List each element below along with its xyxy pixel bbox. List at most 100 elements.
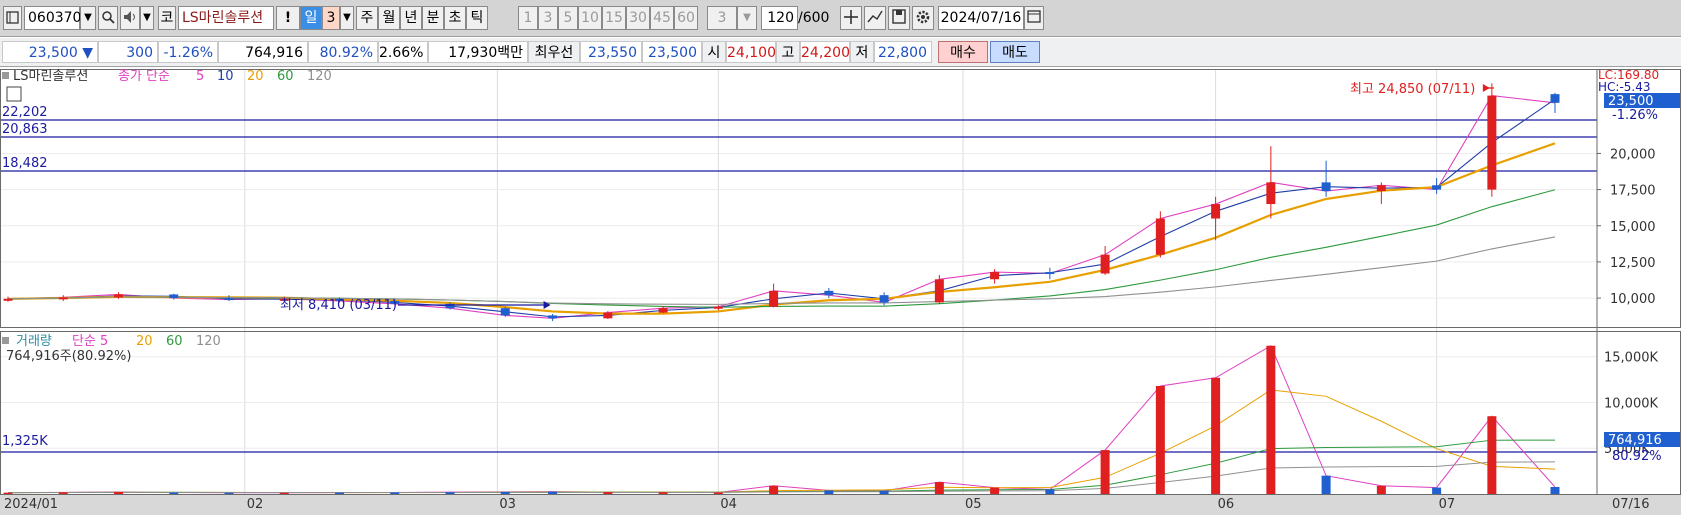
buy-button[interactable]: 매수 [938,41,988,63]
price-panel-frame [0,69,1681,328]
interval-button-15[interactable]: 15 [602,6,626,30]
min-price-annotation: 최저 8,410 (03/11) [280,298,397,313]
volume-tick-label: 10,000K [1604,396,1658,411]
volume-ratio: 80.92% [308,41,378,63]
trendline-icon[interactable] [864,6,886,30]
moving-average-lines [7,95,1556,319]
count-input[interactable]: 120 [761,6,798,30]
volume-legend-period[interactable]: 120 [196,334,221,349]
stock-name-field[interactable]: LS마린솔루션 [178,6,274,30]
max-price-annotation: 최고 24,850 (07/11) [1350,82,1475,97]
hc-label: HC:-5.43 [1598,80,1651,94]
speaker-dropdown-icon[interactable]: ▼ [140,6,154,30]
legend-ma-period[interactable]: 60 [277,69,294,84]
legend-ma-period[interactable]: 120 [307,69,332,84]
price-tick-label: 17,500 [1610,184,1656,199]
volume-legend-box-icon [2,337,9,344]
open-price: 24,100 [726,41,776,63]
price-value: 23,500 [28,45,78,61]
stock-chart[interactable]: 2024/01 02 03 04 05 06 07 20,000 17,500 15,000 12,… [0,69,1681,515]
period-button-1[interactable]: 일 [300,6,322,30]
ma-line-120 [7,236,1556,305]
legend-ma-period[interactable]: 5 [196,69,204,84]
legend-ma-period[interactable]: 10 [217,69,234,84]
volume-legend-name: 거래량 [16,334,52,349]
candle-body [114,294,123,298]
interval-button-5[interactable]: 5 [558,6,578,30]
volume-legend-period[interactable]: 20 [136,334,153,349]
candle-body [224,298,234,301]
candle-body [658,308,668,313]
volume-bar [548,491,558,494]
volume-bar [934,482,944,494]
search-icon[interactable] [98,6,118,30]
x-axis-label: 04 [720,497,737,512]
hline-label-2: 20,863 [2,122,48,137]
volume-bar [1432,487,1442,494]
interval-button-1[interactable]: 1 [518,6,538,30]
current-volume-pct-tag: 80.92% [1612,449,1662,464]
speaker-icon[interactable] [120,6,140,30]
candle-body [1100,254,1110,274]
x-axis-label: 02 [247,497,264,512]
legend-ma-period[interactable]: 20 [247,69,264,84]
interval-button-45[interactable]: 45 [650,6,674,30]
x-axis-label: 07 [1439,497,1456,512]
price-tick-label: 15,000 [1610,220,1656,235]
calendar-icon[interactable] [1024,6,1044,30]
interval-button-30[interactable]: 30 [626,6,650,30]
crosshair-icon[interactable] [840,6,862,30]
toolbar: 060370 ▼ ▼ 코 LS마린솔루션 ! 일 3 ▼ 주 월 년 분 초 틱 1 3 5 10 15… [0,0,1681,37]
high-price: 24,200 [800,41,850,63]
period-dropdown-icon[interactable]: ▼ [340,6,354,30]
hline-label-3: 18,482 [2,156,48,171]
volume-bar [990,487,1000,494]
save-icon[interactable] [888,6,910,30]
period-button-7[interactable]: 초 [444,6,466,30]
volume-bar [603,492,613,494]
window-menu-icon[interactable] [3,6,22,30]
period-button-2[interactable]: 3 [322,6,340,30]
code-dropdown-icon[interactable]: ▼ [80,6,96,30]
interval-button-3[interactable]: 3 [538,6,558,30]
candlestick-series [3,83,1560,322]
volume-bar [713,492,723,494]
candle-body [58,297,68,300]
candle-body [3,298,13,301]
candle-body [1155,218,1165,255]
interval-dropdown-icon[interactable]: ▼ [737,6,757,30]
volume-ma-line [7,345,1556,494]
ma-line-5 [7,95,1556,319]
volume-bar [169,492,179,494]
alert-button[interactable]: ! [276,6,300,30]
candle-body [824,290,834,296]
interval-button-60[interactable]: 60 [674,6,698,30]
period-button-5[interactable]: 년 [400,6,422,30]
volume-bar [58,492,68,494]
market-label[interactable]: 코 [158,6,176,30]
volume-bar [445,492,455,494]
period-button-6[interactable]: 분 [422,6,444,30]
volume-legend-period[interactable]: 60 [166,334,183,349]
period-button-8[interactable]: 틱 [466,6,488,30]
trade-amount: 17,930백만 [428,41,528,63]
sell-button[interactable]: 매도 [990,41,1040,63]
grid-toggle-icon[interactable] [6,86,22,102]
price-tick-label: 20,000 [1610,147,1656,162]
period-button-3[interactable]: 주 [356,6,378,30]
gear-icon[interactable] [912,6,934,30]
bid-price: 23,500 [642,41,702,63]
volume-panel-frame [0,331,1681,495]
legend-stock-name: LS마린솔루션 [13,69,88,84]
volume-bar [1100,450,1110,494]
period-button-4[interactable]: 월 [378,6,400,30]
volume-text: 764,916주(80.92%) [6,349,131,364]
quote-bar: 23,500 ▼ 300 -1.26% 764,916 80.92% 2.66%… [0,38,1681,67]
date-input[interactable]: 2024/07/16 [938,6,1024,30]
volume-hline-label: 1,325K [2,434,48,449]
code-input[interactable]: 060370 [24,6,81,30]
interval-button-10[interactable]: 10 [578,6,602,30]
interval-select[interactable]: 3 [707,6,737,30]
legend-box-icon [2,72,9,79]
volume-bar [114,491,123,494]
